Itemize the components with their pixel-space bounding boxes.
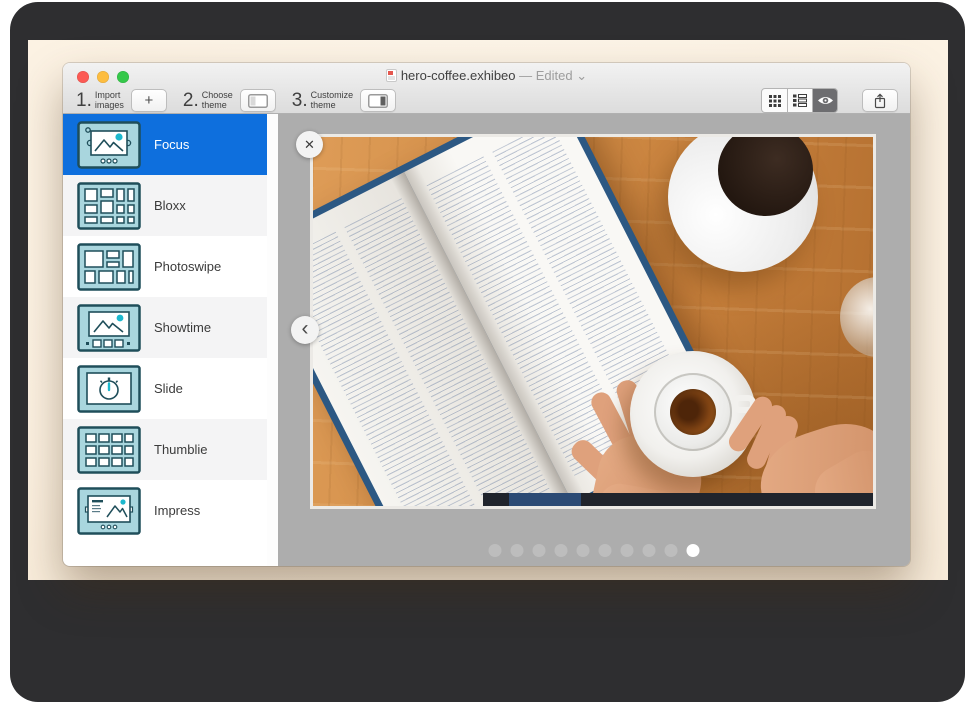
pagination-dot-4[interactable] [555,544,568,557]
chevron-left-icon: ‹ [302,317,309,341]
pagination-dot-7[interactable] [621,544,634,557]
step-choose-theme: 2. Choosetheme [183,89,276,112]
close-icon: ✕ [304,137,315,153]
sidebar-item-impress[interactable]: Impress [63,480,267,541]
toolbar: 1. Importimages + 2. Choosetheme 3. [76,88,898,113]
window-header: hero-coffee.exhibeo — Edited ⌄ 1. Import… [63,63,910,114]
view-mode-segmented-control [761,88,838,113]
close-preview-button[interactable]: ✕ [296,131,323,158]
window-title: hero-coffee.exhibeo — Edited ⌄ [63,68,910,85]
document-icon [386,69,397,85]
pagination-dot-1[interactable] [489,544,502,557]
step-number: 1. [76,90,92,112]
sidebar-right-icon [368,94,388,108]
slide-timer-thumbnail-icon [77,365,141,413]
theme-sidebar: Focus Bloxx [63,114,267,566]
theme-preview-area: ✕ ‹ [278,114,910,566]
coffee-surface [718,134,813,216]
list-icon [793,94,807,107]
document-name: hero-coffee.exhibeo [401,68,516,83]
title-chevron-down-icon[interactable]: ⌄ [576,68,587,83]
share-button[interactable] [862,89,898,112]
customize-theme-button[interactable] [360,89,396,112]
step-label: Choosetheme [202,91,233,110]
focus-lightbox-thumbnail-icon [77,121,141,169]
preview-view-button[interactable] [812,89,837,112]
choose-theme-button[interactable] [240,89,276,112]
previous-slide-button[interactable]: ‹ [291,316,319,344]
espresso-saucer [630,351,756,477]
sidebar-item-slide[interactable]: Slide [63,358,267,419]
impress-presentation-thumbnail-icon [77,487,141,535]
pagination-dot-3[interactable] [533,544,546,557]
sidebar-item-label: Showtime [154,320,211,335]
pagination-dot-9[interactable] [665,544,678,557]
import-images-button[interactable]: + [131,89,167,112]
sidebar-item-thumblie[interactable]: Thumblie [63,419,267,480]
espresso-crema [670,389,716,435]
window-content: Focus Bloxx [63,114,910,566]
list-view-button[interactable] [787,89,812,112]
sidebar-item-label: Thumblie [154,442,207,457]
sidebar-item-label: Bloxx [154,198,186,213]
pagination-dot-8[interactable] [643,544,656,557]
sidebar-item-label: Slide [154,381,183,396]
toolbar-right [761,88,898,113]
preview-photo [310,134,876,509]
photoswipe-grid-thumbnail-icon [77,243,141,291]
edited-status: — Edited [519,68,572,83]
sidebar-item-photoswipe[interactable]: Photoswipe [63,236,267,297]
step-number: 2. [183,90,199,112]
step-label: Importimages [95,91,124,110]
step-label: Customizetheme [311,91,354,110]
pagination-dots [489,544,700,557]
sidebar-left-icon [248,94,268,108]
sidebar-item-label: Focus [154,137,189,152]
grid-icon [769,95,781,107]
share-icon [873,93,887,109]
pagination-dot-2[interactable] [511,544,524,557]
bloxx-masonry-thumbnail-icon [77,182,141,230]
espresso-cup [654,373,732,451]
book-cover-edge [509,493,581,506]
exhibeo-app-window: hero-coffee.exhibeo — Edited ⌄ 1. Import… [63,63,910,566]
sidebar-item-label: Photoswipe [154,259,221,274]
sidebar-scrollbar-track[interactable] [267,114,278,566]
sidebar-item-focus[interactable]: Focus [63,114,267,175]
grid-view-button[interactable] [762,89,787,112]
sidebar-item-label: Impress [154,503,200,518]
step-import-images: 1. Importimages + [76,89,167,112]
thumblie-thumbgrid-thumbnail-icon [77,426,141,474]
plus-icon: + [144,93,153,108]
step-number: 3. [292,90,308,112]
showtime-slideshow-thumbnail-icon [77,304,141,352]
sidebar-item-bloxx[interactable]: Bloxx [63,175,267,236]
pagination-dot-6[interactable] [599,544,612,557]
eye-icon [817,95,834,106]
step-customize-theme: 3. Customizetheme [292,89,396,112]
pagination-dot-10[interactable] [687,544,700,557]
sidebar-item-showtime[interactable]: Showtime [63,297,267,358]
pagination-dot-5[interactable] [577,544,590,557]
